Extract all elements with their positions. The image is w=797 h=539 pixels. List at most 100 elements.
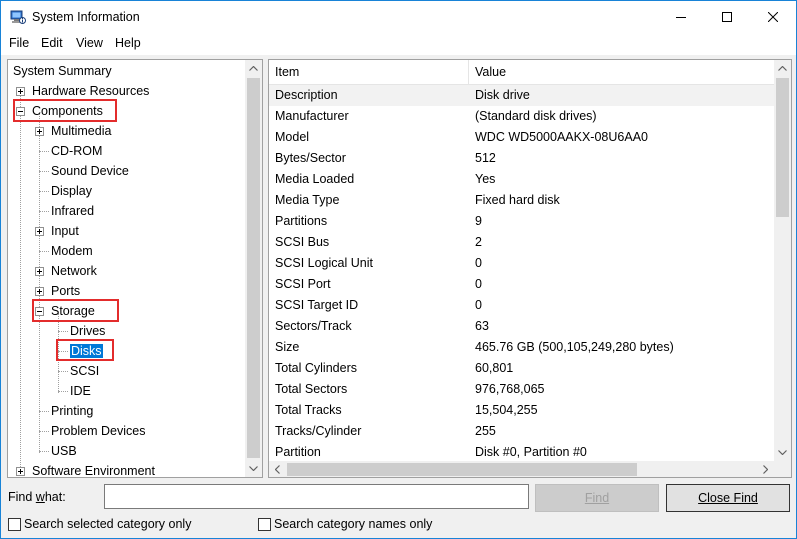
tree-item-sound-device[interactable]: Sound Device xyxy=(51,161,129,181)
value-cell: Disk #0, Partition #0 xyxy=(475,445,587,459)
table-row[interactable]: Bytes/Sector 512 xyxy=(269,148,774,169)
search-category-names-checkbox[interactable] xyxy=(258,518,271,531)
scroll-right-arrow[interactable] xyxy=(757,461,774,477)
value-cell: 60,801 xyxy=(475,361,514,375)
table-row[interactable]: SCSI Target ID 0 xyxy=(269,295,774,316)
tree-item-cd-rom[interactable]: CD-ROM xyxy=(51,141,102,161)
tree-item-ports[interactable]: Ports xyxy=(51,281,80,301)
column-header-item[interactable]: Item xyxy=(275,65,299,79)
expand-network-icon[interactable] xyxy=(35,267,44,276)
find-button[interactable]: Find xyxy=(535,484,659,512)
tree-item-ide[interactable]: IDE xyxy=(70,381,91,401)
expander-vertical-stroke xyxy=(20,469,21,474)
list-scroll-up-arrow[interactable] xyxy=(774,60,791,77)
menu-help[interactable]: Help xyxy=(115,36,141,50)
list-horizontal-thumb[interactable] xyxy=(287,463,637,476)
find-what-input[interactable] xyxy=(104,484,529,509)
highlight-storage xyxy=(32,299,119,322)
value-cell: 63 xyxy=(475,319,489,333)
tree-item-label: Modem xyxy=(51,244,93,258)
tree-branch-line xyxy=(58,331,68,332)
table-row[interactable]: Total Cylinders 60,801 xyxy=(269,358,774,379)
table-row[interactable]: Model WDC WD5000AAKX-08U6AA0 xyxy=(269,127,774,148)
tree-item-problem-devices[interactable]: Problem Devices xyxy=(51,421,145,441)
table-row[interactable]: Partition Disk #0, Partition #0 xyxy=(269,442,774,463)
value-cell: 0 xyxy=(475,298,482,312)
table-row[interactable]: Sectors/Track 63 xyxy=(269,316,774,337)
menu-bar: File Edit View Help xyxy=(1,33,796,55)
expand-input-icon[interactable] xyxy=(35,227,44,236)
table-row[interactable]: Partitions 9 xyxy=(269,211,774,232)
highlight-components xyxy=(13,99,117,122)
list-horizontal-scrollbar[interactable] xyxy=(269,461,774,477)
tree-item-input[interactable]: Input xyxy=(51,221,79,241)
column-separator[interactable] xyxy=(468,60,469,85)
table-row[interactable]: Media Type Fixed hard disk xyxy=(269,190,774,211)
table-row[interactable]: Total Sectors 976,768,065 xyxy=(269,379,774,400)
expand-software-environment-icon[interactable] xyxy=(16,467,25,476)
tree-item-multimedia[interactable]: Multimedia xyxy=(51,121,111,141)
list-vertical-scrollbar[interactable] xyxy=(774,60,791,461)
minimize-icon xyxy=(676,17,686,18)
search-selected-category-checkbox[interactable] xyxy=(8,518,21,531)
tree-item-drives[interactable]: Drives xyxy=(70,321,105,341)
expander-vertical-stroke xyxy=(39,269,40,274)
item-cell: Tracks/Cylinder xyxy=(275,424,362,438)
table-row[interactable]: Total Tracks 15,504,255 xyxy=(269,400,774,421)
tree-item-usb[interactable]: USB xyxy=(51,441,77,461)
close-find-button[interactable]: Close Find xyxy=(666,484,790,512)
expander-vertical-stroke xyxy=(39,229,40,234)
scroll-up-arrow[interactable] xyxy=(245,60,262,77)
column-header-value[interactable]: Value xyxy=(475,65,506,79)
table-row[interactable]: Manufacturer (Standard disk drives) xyxy=(269,106,774,127)
close-button[interactable] xyxy=(750,1,796,33)
list-scroll-thumb[interactable] xyxy=(776,78,789,217)
tree-item-hardware-resources[interactable]: Hardware Resources xyxy=(32,81,149,101)
table-row[interactable]: Media Loaded Yes xyxy=(269,169,774,190)
tree-item-display[interactable]: Display xyxy=(51,181,92,201)
expand-hardware-resources-icon[interactable] xyxy=(16,87,25,96)
category-tree[interactable]: System Summary Hardware Resources Componen… xyxy=(7,59,263,478)
tree-item-scsi[interactable]: SCSI xyxy=(70,361,99,381)
tree-item-modem[interactable]: Modem xyxy=(51,241,93,261)
tree-item-printing[interactable]: Printing xyxy=(51,401,93,421)
menu-view[interactable]: View xyxy=(76,36,103,50)
item-cell: Model xyxy=(275,130,310,144)
tree-item-label: Printing xyxy=(51,404,94,418)
tree-item-network[interactable]: Network xyxy=(51,261,97,281)
tree-item-label: Display xyxy=(51,184,92,198)
title-bar[interactable]: System Information xyxy=(1,1,796,33)
close-icon xyxy=(768,12,778,22)
tree-item-software-environment[interactable]: Software Environment xyxy=(32,461,155,477)
details-list[interactable]: Item Value Description Disk drive Manufact… xyxy=(268,59,792,478)
expand-multimedia-icon[interactable] xyxy=(35,127,44,136)
tree-vertical-scrollbar[interactable] xyxy=(245,60,262,477)
table-row[interactable]: Size 465.76 GB (500,105,249,280 bytes) xyxy=(269,337,774,358)
scroll-down-arrow[interactable] xyxy=(245,460,262,477)
list-scroll-down-arrow[interactable] xyxy=(774,444,791,461)
menu-edit[interactable]: Edit xyxy=(41,36,63,50)
list-header: Item Value xyxy=(269,60,774,85)
value-cell: 2 xyxy=(475,235,482,249)
tree-item-label: Multimedia xyxy=(51,124,112,138)
maximize-icon xyxy=(722,12,732,22)
maximize-button[interactable] xyxy=(704,1,750,33)
tree-scroll-thumb[interactable] xyxy=(247,78,260,458)
menu-file[interactable]: File xyxy=(9,36,29,50)
minimize-button[interactable] xyxy=(658,1,704,33)
table-row[interactable]: Tracks/Cylinder 255 xyxy=(269,421,774,442)
value-cell: 976,768,065 xyxy=(475,382,545,396)
table-row[interactable]: SCSI Logical Unit 0 xyxy=(269,253,774,274)
expand-ports-icon[interactable] xyxy=(35,287,44,296)
chevron-up-icon xyxy=(778,66,787,71)
table-row[interactable]: SCSI Port 0 xyxy=(269,274,774,295)
tree-item-label: SCSI xyxy=(70,364,100,378)
tree-branch-line xyxy=(39,451,49,452)
table-row[interactable]: Description Disk drive xyxy=(269,85,774,106)
tree-item-system-summary[interactable]: System Summary xyxy=(13,61,112,81)
scroll-left-arrow[interactable] xyxy=(269,461,286,477)
value-cell: 15,504,255 xyxy=(475,403,538,417)
table-row[interactable]: SCSI Bus 2 xyxy=(269,232,774,253)
tree-item-infrared[interactable]: Infrared xyxy=(51,201,94,221)
tree-branch-line xyxy=(39,251,49,252)
